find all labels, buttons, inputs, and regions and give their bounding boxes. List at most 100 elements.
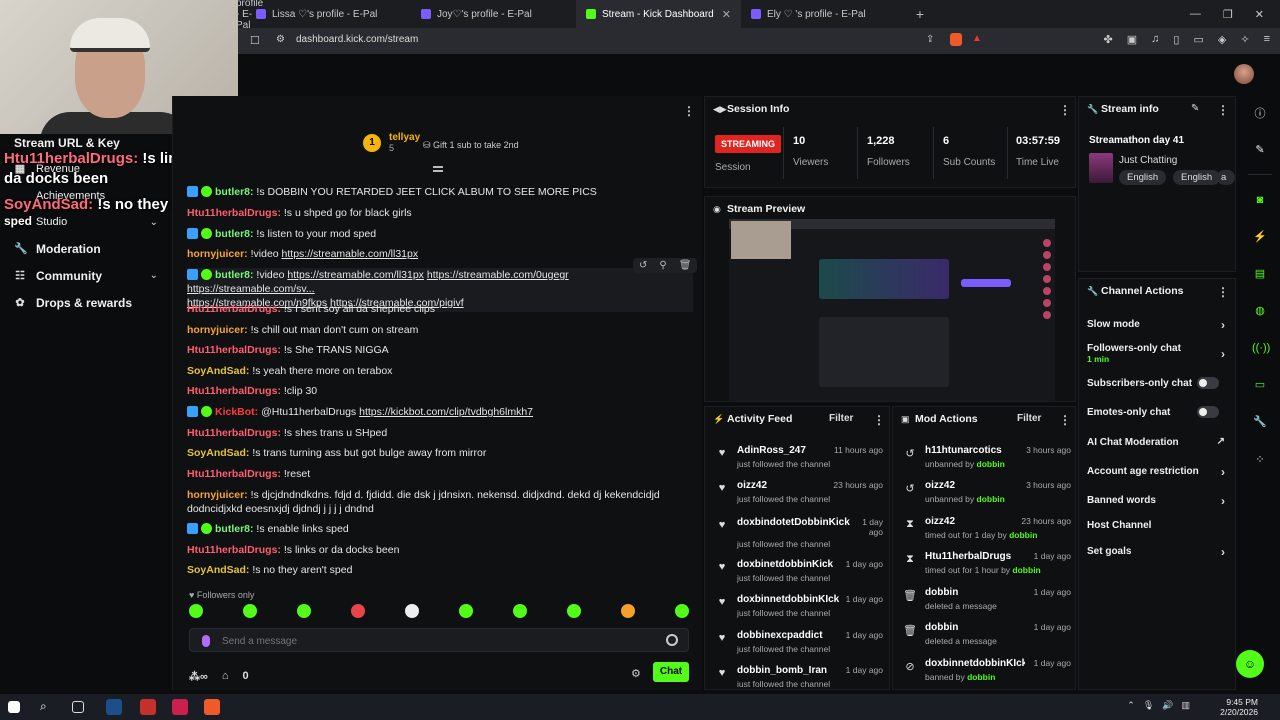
chat-message[interactable]: SoyAndSad: !s yeah there more on terabox bbox=[187, 364, 693, 378]
chat-link[interactable]: https://streamable.com/sv... bbox=[187, 283, 315, 295]
activity-name[interactable]: doxbindotetDobbinKick bbox=[737, 517, 850, 528]
chat-message[interactable]: hornyjuicer: !video https://streamable.c… bbox=[187, 247, 693, 261]
minimize-icon[interactable]: — bbox=[1190, 8, 1201, 21]
filter-button[interactable]: Filter bbox=[1017, 413, 1041, 424]
task-view-icon[interactable] bbox=[72, 701, 84, 713]
chat-link[interactable]: https://streamable.com/ll31px bbox=[282, 248, 419, 260]
mod-by[interactable]: dobbin bbox=[1009, 530, 1037, 540]
chat-username[interactable]: Htu11herbalDrugs: bbox=[187, 385, 281, 397]
brave-shield-icon[interactable] bbox=[950, 33, 962, 46]
activity-name[interactable]: oizz42 bbox=[737, 480, 767, 491]
activity-name[interactable]: doxbinetdobbinKick bbox=[737, 559, 833, 570]
chat-username[interactable]: hornyjuicer: bbox=[187, 489, 248, 501]
panel-menu-icon[interactable]: ⋮ bbox=[1217, 285, 1229, 299]
send-chat-button[interactable]: Chat bbox=[653, 662, 689, 682]
chat-bubble-icon[interactable]: ◍ bbox=[1252, 303, 1268, 319]
info-icon[interactable]: ⓘ bbox=[1252, 106, 1268, 122]
panel-menu-icon[interactable]: ⋮ bbox=[1217, 103, 1229, 117]
mod-target[interactable]: h11htunarcotics bbox=[925, 445, 1002, 456]
chat-message[interactable]: hornyjuicer: !s djcjdndndkdns. fdjd d. f… bbox=[187, 488, 693, 516]
brave-browser-icon[interactable] bbox=[204, 699, 220, 715]
chat-message[interactable]: butler8: !s enable links sped bbox=[187, 522, 693, 536]
chat-message[interactable]: hornyjuicer: !s chill out man don't cum … bbox=[187, 323, 693, 337]
subscribers-only-toggle[interactable] bbox=[1197, 377, 1219, 389]
chevron-down-icon[interactable]: ⌄ bbox=[150, 217, 158, 228]
chat-message[interactable]: Htu11herbalDrugs: !s u shped go for blac… bbox=[187, 206, 693, 220]
chat-username[interactable]: butler8: bbox=[215, 523, 254, 535]
app-icon[interactable] bbox=[172, 699, 188, 715]
maximize-icon[interactable]: ❐ bbox=[1223, 8, 1233, 21]
emote-icon[interactable] bbox=[189, 604, 203, 618]
wallet-icon[interactable]: ▭ bbox=[1193, 33, 1203, 46]
pin-icon[interactable]: ⚲ bbox=[659, 260, 666, 271]
chat-username[interactable]: Htu11herbalDrugs: bbox=[187, 303, 281, 315]
chevron-down-icon[interactable]: ⌄ bbox=[150, 270, 158, 281]
emotes-only-toggle[interactable] bbox=[1197, 406, 1219, 418]
chat-message[interactable]: Htu11herbalDrugs: !s She TRANS NIGGA bbox=[187, 343, 693, 357]
emote-icon[interactable] bbox=[243, 604, 257, 618]
wrench-icon[interactable]: 🔧 bbox=[1252, 414, 1268, 430]
camera-icon[interactable]: ◙ bbox=[1252, 192, 1268, 208]
broadcast-icon[interactable]: ((·)) bbox=[1252, 340, 1270, 356]
sidebar-item-community[interactable]: ☷ Community bbox=[14, 269, 102, 283]
chevron-up-icon[interactable]: ⌃ bbox=[1127, 700, 1135, 711]
sidebar-item-drops[interactable]: ✿ Drops & rewards bbox=[14, 296, 132, 310]
panel-menu-icon[interactable]: ⋮ bbox=[873, 413, 885, 427]
tab-joy[interactable]: Joy♡'s profile - E-Pal bbox=[411, 0, 576, 28]
banned-words-row[interactable]: Banned words › bbox=[1087, 494, 1229, 508]
activity-name[interactable]: dobbin_bomb_Iran bbox=[737, 665, 827, 676]
slow-mode-row[interactable]: Slow mode › bbox=[1087, 318, 1229, 332]
chat-message[interactable]: butler8: !s listen to your mod sped bbox=[187, 227, 693, 241]
chat-message[interactable]: Htu11herbalDrugs: !s shes trans u SHped bbox=[187, 426, 693, 440]
chat-message[interactable]: SoyAndSad: !s no they aren't sped bbox=[187, 563, 693, 577]
chat-username[interactable]: Htu11herbalDrugs: bbox=[187, 344, 281, 356]
emote-icon[interactable] bbox=[351, 604, 365, 618]
network-icon[interactable]: ▥ bbox=[1181, 700, 1190, 711]
filter-button[interactable]: Filter bbox=[829, 413, 853, 424]
channel-points-icon[interactable]: ⁂∞ bbox=[189, 670, 208, 683]
stream-preview-video[interactable] bbox=[729, 219, 1055, 401]
gifter-name[interactable]: tellyay bbox=[389, 132, 420, 143]
share-icon[interactable]: ⇪ bbox=[926, 34, 934, 45]
mod-target[interactable]: Htu11herbalDrugs bbox=[925, 551, 1011, 562]
mod-target[interactable]: dobbin bbox=[925, 587, 958, 598]
screenshot-icon[interactable]: ▣ bbox=[1127, 33, 1137, 46]
panel-menu-icon[interactable]: ⋮ bbox=[1059, 413, 1071, 427]
delete-icon[interactable]: 🗑 bbox=[679, 260, 692, 271]
tab-kick-dashboard[interactable]: Stream - Kick Dashboard ✕ bbox=[576, 0, 741, 28]
chat-message[interactable]: Htu11herbalDrugs: !reset bbox=[187, 467, 693, 481]
emote-icon[interactable] bbox=[621, 604, 635, 618]
help-chat-button[interactable]: ☺ bbox=[1236, 650, 1264, 678]
leo-icon[interactable]: ✧ bbox=[1240, 33, 1249, 46]
emote-icon[interactable] bbox=[297, 604, 311, 618]
chat-link[interactable]: https://kickbot.com/clip/tvdbgh6lmkh7 bbox=[359, 406, 533, 418]
lightning-icon[interactable]: ⚡ bbox=[1252, 229, 1268, 245]
edit-icon[interactable]: ✎ bbox=[1191, 103, 1199, 114]
monitor-icon[interactable]: ▭ bbox=[1252, 377, 1268, 393]
media-icon[interactable]: ♫ bbox=[1151, 33, 1159, 46]
emote-icon[interactable] bbox=[675, 604, 689, 618]
emote-icon[interactable] bbox=[405, 604, 419, 618]
chat-username[interactable]: SoyAndSad: bbox=[187, 365, 249, 377]
emote-icon[interactable] bbox=[459, 604, 473, 618]
mod-target[interactable]: doxbinnetdobbinKIck bbox=[925, 658, 1025, 669]
chat-username[interactable]: SoyAndSad: bbox=[187, 447, 249, 459]
speaker-icon[interactable]: 🔊 bbox=[1162, 700, 1173, 711]
mod-target[interactable]: oizz42 bbox=[925, 516, 955, 527]
search-icon[interactable]: ⌕ bbox=[40, 699, 56, 715]
chat-menu-icon[interactable]: ⋮ bbox=[683, 104, 695, 118]
sidebar-item-stream-url[interactable]: Stream URL & Key bbox=[14, 136, 120, 150]
chat-username[interactable]: Htu11herbalDrugs: bbox=[187, 427, 281, 439]
chat-input[interactable] bbox=[222, 633, 642, 649]
microphone-icon[interactable] bbox=[202, 635, 210, 647]
clipboard-icon[interactable]: ▤ bbox=[1252, 266, 1268, 282]
age-restriction-row[interactable]: Account age restriction › bbox=[1087, 465, 1229, 479]
mod-by[interactable]: dobbin bbox=[977, 459, 1005, 469]
url-field[interactable]: dashboard.kick.com/stream bbox=[296, 34, 418, 45]
chat-link[interactable]: https://streamable.com/0ugegr bbox=[427, 269, 569, 281]
chat-username[interactable]: hornyjuicer: bbox=[187, 248, 248, 260]
host-channel-row[interactable]: Host Channel bbox=[1087, 520, 1229, 531]
chat-message[interactable]: KickBot: @Htu11herbalDrugs https://kickb… bbox=[187, 405, 693, 419]
tab-ely[interactable]: Ely ♡ 's profile - E-Pal bbox=[741, 0, 906, 28]
emote-icon[interactable] bbox=[513, 604, 527, 618]
